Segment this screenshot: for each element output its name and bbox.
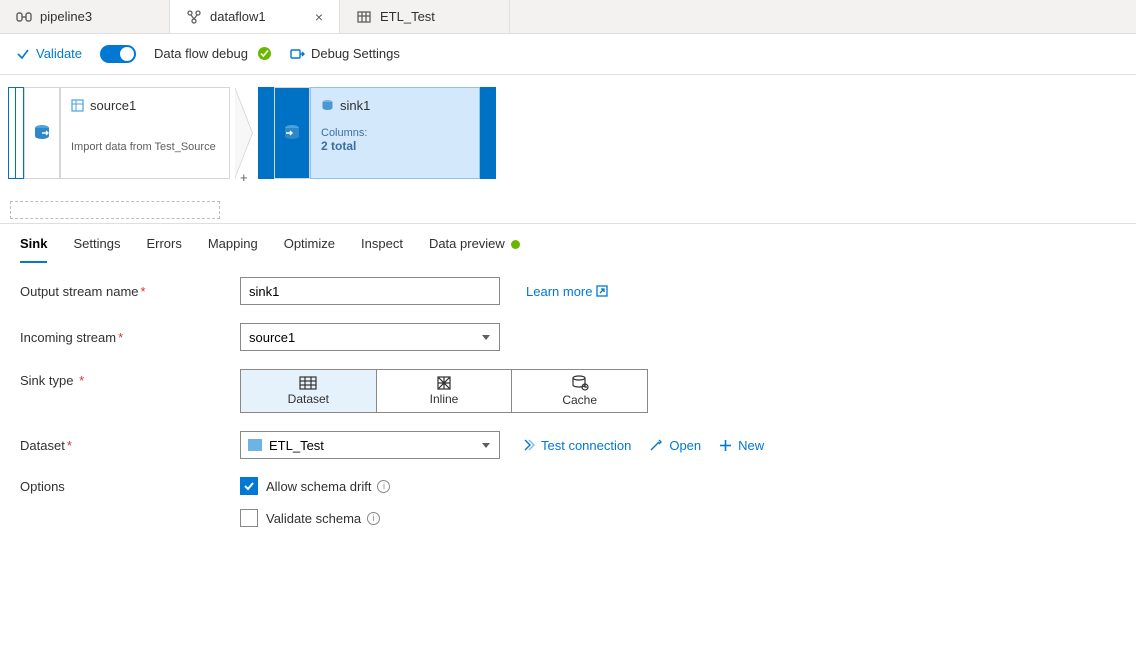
sink-type-inline[interactable]: Inline [377,370,513,412]
checkbox-checked-icon [240,477,258,495]
debug-settings-label: Debug Settings [311,46,400,61]
info-icon[interactable]: i [367,512,380,525]
learn-more-link[interactable]: Learn more [526,284,608,299]
validate-schema-checkbox[interactable]: Validate schema i [240,509,380,527]
tab-label: ETL_Test [380,9,435,24]
incoming-stream-select[interactable]: source1 [240,323,500,351]
sink-columns-label: Columns: [321,127,469,139]
subtab-datapreview[interactable]: Data preview [429,236,520,263]
node-handle[interactable] [8,87,16,179]
tab-dataflow1[interactable]: dataflow1 × [170,0,340,33]
allow-schema-drift-checkbox[interactable]: Allow schema drift i [240,477,390,495]
source-name: source1 [90,98,136,113]
dataset-label: Dataset* [20,438,240,453]
status-ok-icon [258,47,271,60]
incoming-stream-label: Incoming stream* [20,330,240,345]
tab-etltest[interactable]: ETL_Test [340,0,510,33]
dataset-icon [248,439,262,451]
validate-label: Validate [36,46,82,61]
close-icon[interactable]: × [315,9,323,25]
subtab-settings[interactable]: Settings [73,236,120,263]
info-icon[interactable]: i [377,480,390,493]
options-label: Options [20,479,240,494]
subtab-optimize[interactable]: Optimize [284,236,335,263]
tab-pipeline3[interactable]: pipeline3 [0,0,170,33]
editor-tabs: pipeline3 dataflow1 × ETL_Test [0,0,1136,34]
subtab-inspect[interactable]: Inspect [361,236,403,263]
preview-status-icon [511,240,520,249]
sink-node-icon[interactable] [274,87,310,179]
sink-columns-value: 2 total [321,139,469,153]
dataflow-canvas[interactable]: source1 Import data from Test_Source + s… [0,74,1136,223]
dataset-icon [356,9,372,25]
node-handle[interactable] [258,87,266,179]
test-connection-button[interactable]: Test connection [520,438,631,453]
debug-label: Data flow debug [154,46,271,61]
node-handle[interactable] [266,87,274,179]
checkbox-unchecked-icon [240,509,258,527]
selection-marquee [10,201,220,219]
open-button[interactable]: Open [649,438,701,453]
sink-type-dataset[interactable]: Dataset [241,370,377,412]
sink-name: sink1 [340,98,370,113]
source-node-icon[interactable] [24,87,60,179]
subtab-errors[interactable]: Errors [146,236,181,263]
flow-arrow: + [230,87,258,179]
validate-button[interactable]: Validate [16,46,82,61]
output-stream-label: Output stream name* [20,284,240,299]
output-stream-input[interactable] [240,277,500,305]
new-button[interactable]: New [719,438,764,453]
node-handle[interactable] [480,87,488,179]
subtab-sink[interactable]: Sink [20,236,47,263]
dataflow-toolbar: Validate Data flow debug Debug Settings [0,34,1136,74]
tab-label: dataflow1 [210,9,266,24]
add-step-button[interactable]: + [240,170,248,185]
dataflow-icon [186,9,202,25]
source-subtitle: Import data from Test_Source [71,141,219,153]
sink-node[interactable]: sink1 Columns: 2 total [310,87,480,179]
sink-type-cache[interactable]: Cache [512,370,647,412]
sink-type-segment: Dataset Inline Cache [240,369,648,413]
node-handle[interactable] [16,87,24,179]
source-node[interactable]: source1 Import data from Test_Source [60,87,230,179]
tab-label: pipeline3 [40,9,92,24]
pipeline-icon [16,9,32,25]
debug-toggle[interactable] [100,45,136,63]
dataset-select[interactable]: ETL_Test [240,431,500,459]
sink-form: Output stream name* Learn more Incoming … [0,263,1136,555]
sink-subtabs: Sink Settings Errors Mapping Optimize In… [0,223,1136,263]
sink-type-label: Sink type * [20,369,240,388]
subtab-mapping[interactable]: Mapping [208,236,258,263]
node-handle[interactable] [488,87,496,179]
debug-settings-button[interactable]: Debug Settings [289,46,400,62]
